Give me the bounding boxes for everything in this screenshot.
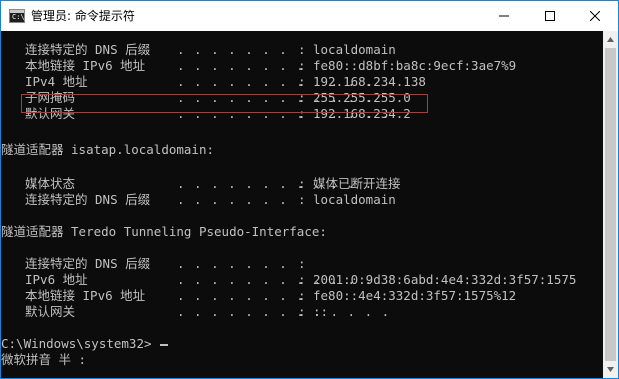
vertical-scrollbar[interactable] xyxy=(603,31,618,378)
scroll-thumb[interactable] xyxy=(605,48,616,361)
maximize-button[interactable] xyxy=(527,1,573,31)
command-prompt-window: C:\ 管理员: 命令提示符 连接特定的 DNS 后缀. . . . . . .… xyxy=(0,0,619,379)
scroll-up-button[interactable] xyxy=(603,31,618,48)
scroll-up-arrow-icon xyxy=(607,37,614,42)
close-icon xyxy=(590,11,600,21)
maximize-icon xyxy=(545,11,555,21)
subnet-mask-highlight xyxy=(21,94,428,113)
title-bar[interactable]: C:\ 管理员: 命令提示符 xyxy=(1,1,618,31)
window-title: 管理员: 命令提示符 xyxy=(31,9,135,23)
minimize-button[interactable] xyxy=(481,1,527,31)
minimize-icon xyxy=(499,15,509,17)
text-cursor xyxy=(160,344,168,346)
cmd-icon-prompt: C:\ xyxy=(12,13,25,21)
console-output[interactable]: 连接特定的 DNS 后缀. . . . . . .: localdomain 本地… xyxy=(1,31,603,378)
scroll-down-button[interactable] xyxy=(603,361,618,378)
cmd-icon[interactable]: C:\ xyxy=(9,9,25,23)
close-button[interactable] xyxy=(572,1,618,31)
scroll-down-arrow-icon xyxy=(607,367,614,372)
